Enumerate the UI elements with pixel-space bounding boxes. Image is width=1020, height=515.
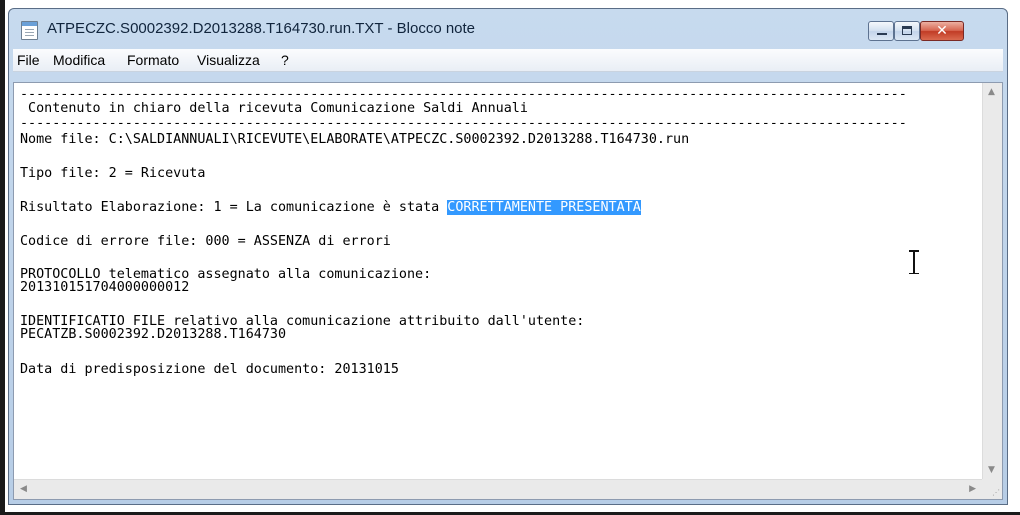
vertical-scrollbar[interactable]: ▲ ▼ [982, 83, 1002, 479]
result-line: Risultato Elaborazione: 1 = La comunicaz… [20, 200, 641, 215]
document-text[interactable]: ----------------------------------------… [20, 87, 980, 479]
background-edge-left [0, 0, 5, 515]
close-button[interactable]: ✕ [920, 21, 964, 41]
menu-formato[interactable]: Formato [127, 52, 179, 68]
scroll-left-icon[interactable]: ◀ [20, 484, 27, 494]
window-title: ATPECZC.S0002392.D2013288.T164730.run.TX… [47, 20, 476, 37]
close-icon: ✕ [936, 23, 948, 39]
file-type-line: Tipo file: 2 = Ricevuta [20, 166, 206, 181]
selected-text[interactable]: CORRETTAMENTE PRESENTATA [447, 200, 641, 215]
separator-line: ----------------------------------------… [20, 116, 907, 131]
file-name-line: Nome file: C:\SALDIANNUALI\RICEVUTE\ELAB… [20, 132, 690, 147]
document-heading: Contenuto in chiaro della ricevuta Comun… [20, 101, 528, 116]
menu-bar: File Modifica Formato Visualizza ? [13, 49, 1003, 72]
result-text: Risultato Elaborazione: 1 = La comunicaz… [20, 200, 448, 215]
text-cursor-icon [909, 250, 919, 274]
protocol-value-line: 201310151704000000012 [20, 280, 190, 295]
text-editor[interactable]: ----------------------------------------… [13, 82, 1003, 500]
scroll-right-icon[interactable]: ▶ [969, 484, 976, 494]
maximize-button[interactable] [894, 21, 920, 41]
preparation-date-line: Data di predisposizione del documento: 2… [20, 362, 399, 377]
separator-line: ----------------------------------------… [20, 87, 907, 102]
minimize-button[interactable] [868, 21, 894, 41]
scroll-up-icon[interactable]: ▲ [988, 87, 995, 97]
error-code-line: Codice di errore file: 000 = ASSENZA di … [20, 234, 391, 249]
menu-modifica[interactable]: Modifica [53, 52, 105, 68]
menu-help[interactable]: ? [281, 52, 289, 68]
horizontal-scrollbar[interactable]: ◀ ▶ [14, 479, 982, 499]
maximize-icon [902, 26, 912, 35]
menu-file[interactable]: File [17, 52, 40, 68]
resize-grip-icon: ⋰ [992, 488, 1000, 497]
scroll-down-icon[interactable]: ▼ [988, 465, 995, 475]
title-bar[interactable]: ATPECZC.S0002392.D2013288.T164730.run.TX… [9, 9, 1007, 49]
minimize-icon [877, 33, 887, 35]
menu-visualizza[interactable]: Visualizza [197, 52, 260, 68]
notepad-icon[interactable] [21, 21, 38, 40]
size-grip[interactable]: ⋰ [982, 479, 1002, 499]
notepad-window: ATPECZC.S0002392.D2013288.T164730.run.TX… [8, 8, 1008, 505]
file-id-value-line: PECATZB.S0002392.D2013288.T164730 [20, 327, 287, 342]
